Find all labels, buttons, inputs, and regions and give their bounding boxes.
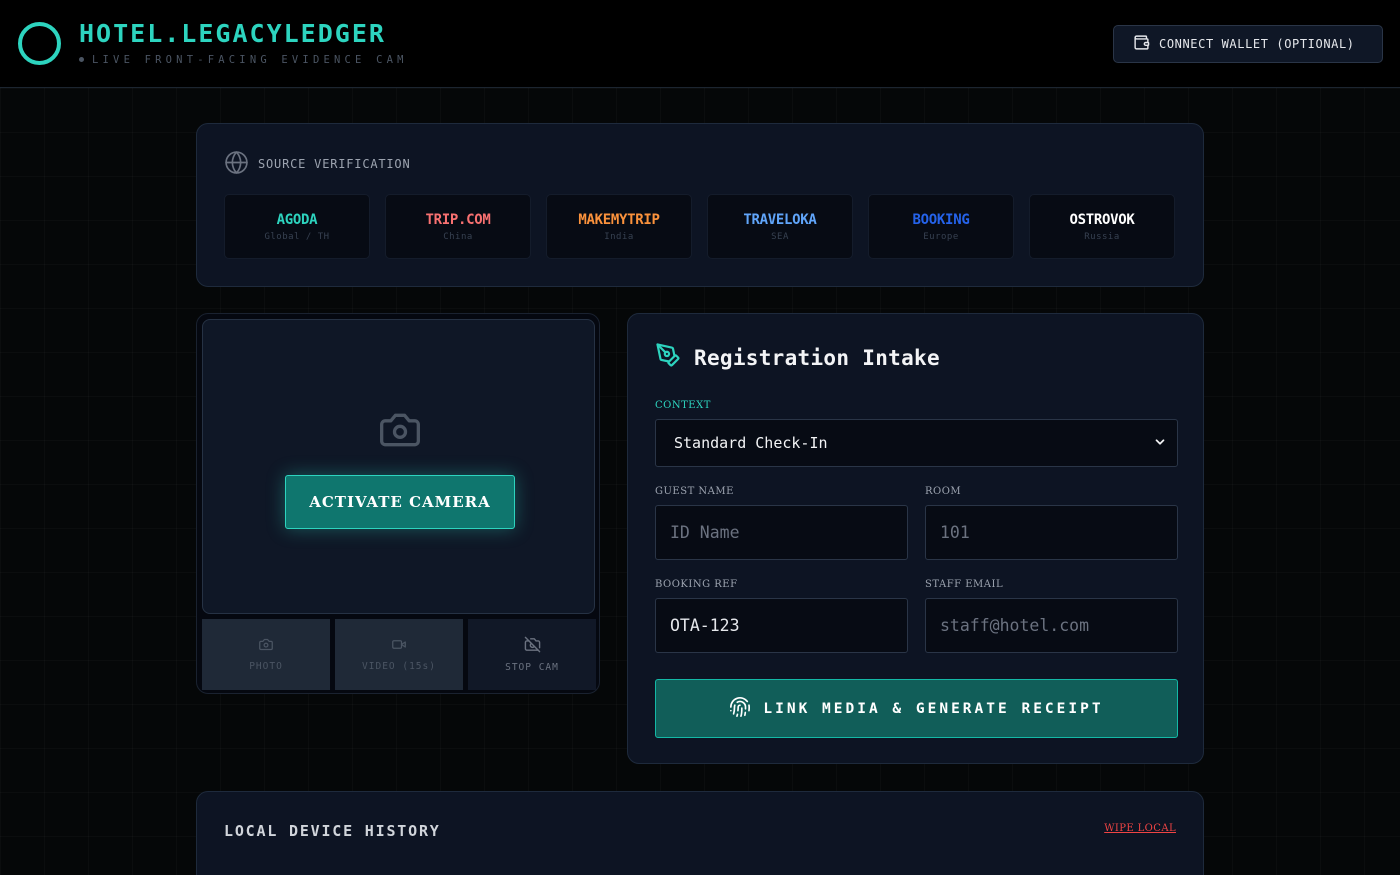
ota-card-booking[interactable]: BOOKING Europe xyxy=(868,194,1014,259)
live-dot-icon xyxy=(79,56,84,62)
brand-subtitle: LIVE FRONT-FACING EVIDENCE CAM xyxy=(79,54,408,66)
wallet-icon xyxy=(1133,34,1150,54)
brand-title: HOTEL.LEGACYLEDGER xyxy=(79,19,386,48)
source-verification-title: SOURCE VERIFICATION xyxy=(258,157,411,171)
stop-cam-label: STOP CAM xyxy=(505,662,559,673)
context-select-value: Standard Check-In xyxy=(674,434,828,452)
source-verification-panel: SOURCE VERIFICATION AGODA Global / TH TR… xyxy=(196,123,1204,287)
guest-name-input[interactable]: ID Name xyxy=(655,505,908,560)
room-input[interactable]: 101 xyxy=(925,505,1178,560)
ota-name: BOOKING xyxy=(912,211,970,228)
registration-panel: Registration Intake CONTEXT Standard Che… xyxy=(627,313,1204,764)
ota-name: TRIP.COM xyxy=(425,211,491,228)
camera-off-icon xyxy=(524,636,541,656)
fingerprint-icon xyxy=(729,696,751,722)
ota-name: MAKEMYTRIP xyxy=(578,211,660,228)
history-title: LOCAL DEVICE HISTORY xyxy=(224,822,441,840)
video-icon xyxy=(390,637,408,655)
ota-region: SEA xyxy=(771,231,789,242)
pen-tool-icon xyxy=(655,342,681,373)
registration-title: Registration Intake xyxy=(694,345,940,370)
ota-card-tripcom[interactable]: TRIP.COM China xyxy=(385,194,531,259)
camera-controls: PHOTO VIDEO (15s) STOP CAM xyxy=(202,619,596,690)
staff-email-label: STAFF EMAIL xyxy=(925,579,1004,590)
booking-ref-input[interactable]: OTA-123 xyxy=(655,598,908,653)
ota-list: AGODA Global / TH TRIP.COM China MAKEMYT… xyxy=(224,194,1175,259)
ota-card-traveloka[interactable]: TRAVELOKA SEA xyxy=(707,194,853,259)
ota-region: India xyxy=(604,231,634,242)
photo-button[interactable]: PHOTO xyxy=(202,619,330,690)
context-label: CONTEXT xyxy=(655,400,711,411)
ota-name: AGODA xyxy=(276,211,318,228)
room-label: ROOM xyxy=(925,486,962,497)
ota-card-makemytrip[interactable]: MAKEMYTRIP India xyxy=(546,194,692,259)
globe-icon xyxy=(224,150,249,178)
ota-region: Global / TH xyxy=(264,231,330,242)
chevron-down-icon xyxy=(1153,435,1167,453)
booking-ref-label: BOOKING REF xyxy=(655,579,738,590)
ota-name: TRAVELOKA xyxy=(743,211,817,228)
source-verification-header: SOURCE VERIFICATION xyxy=(224,150,410,178)
ota-region: China xyxy=(443,231,473,242)
app-header: HOTEL.LEGACYLEDGER LIVE FRONT-FACING EVI… xyxy=(0,0,1400,88)
generate-receipt-label: LINK MEDIA & GENERATE RECEIPT xyxy=(763,700,1104,717)
staff-email-input[interactable]: staff@hotel.com xyxy=(925,598,1178,653)
generate-receipt-button[interactable]: LINK MEDIA & GENERATE RECEIPT xyxy=(655,679,1178,738)
camera-viewport: ACTIVATE CAMERA xyxy=(202,319,595,614)
ota-card-ostrovok[interactable]: OSTROVOK Russia xyxy=(1029,194,1175,259)
registration-header: Registration Intake xyxy=(655,342,940,373)
camera-icon xyxy=(376,408,424,456)
photo-label: PHOTO xyxy=(249,661,283,672)
connect-wallet-label: CONNECT WALLET (OPTIONAL) xyxy=(1159,37,1355,51)
video-button[interactable]: VIDEO (15s) xyxy=(335,619,463,690)
wipe-local-link[interactable]: WIPE LOCAL xyxy=(1104,823,1176,834)
ota-card-agoda[interactable]: AGODA Global / TH xyxy=(224,194,370,259)
ota-region: Russia xyxy=(1084,231,1120,242)
brand-subtitle-text: LIVE FRONT-FACING EVIDENCE CAM xyxy=(92,54,408,66)
connect-wallet-button[interactable]: CONNECT WALLET (OPTIONAL) xyxy=(1113,25,1383,63)
logo-ring-icon xyxy=(18,22,61,65)
guest-name-label: GUEST NAME xyxy=(655,486,734,497)
camera-small-icon xyxy=(258,637,274,655)
camera-panel: ACTIVATE CAMERA PHOTO VIDEO (15s) STOP C… xyxy=(196,313,600,694)
video-label: VIDEO (15s) xyxy=(362,661,436,672)
activate-camera-button[interactable]: ACTIVATE CAMERA xyxy=(285,475,515,529)
ota-region: Europe xyxy=(923,231,959,242)
context-select[interactable]: Standard Check-In xyxy=(655,419,1178,467)
ota-name: OSTROVOK xyxy=(1069,211,1135,228)
stop-cam-button[interactable]: STOP CAM xyxy=(468,619,596,690)
device-history-panel: LOCAL DEVICE HISTORY WIPE LOCAL xyxy=(196,791,1204,875)
